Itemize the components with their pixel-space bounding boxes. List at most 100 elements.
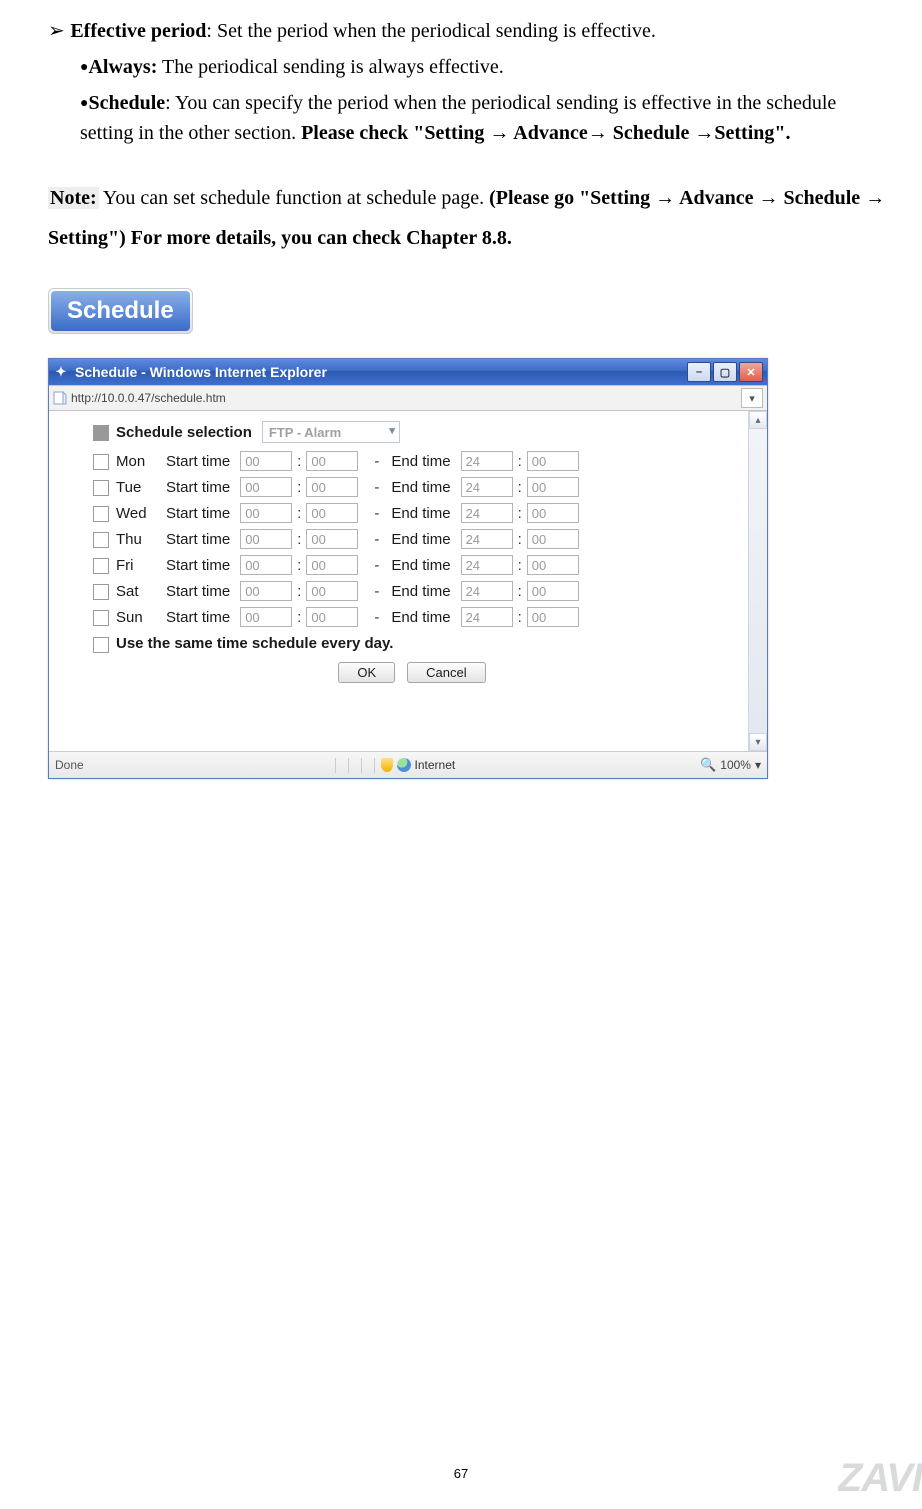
status-bar: Done Internet 🔍 100% ▾	[49, 751, 767, 778]
status-done: Done	[55, 758, 84, 772]
note-text: You can set schedule function at schedul…	[99, 187, 489, 209]
day-checkbox[interactable]	[93, 532, 109, 548]
schedule-select[interactable]: FTP - Alarm	[262, 421, 400, 443]
dash-icon: -	[374, 479, 379, 496]
colon-icon: :	[297, 453, 301, 470]
end-min-input[interactable]: 00	[527, 503, 579, 523]
globe-icon	[397, 758, 411, 772]
start-min-input[interactable]: 00	[306, 555, 358, 575]
schedule-tab-label: Schedule	[51, 291, 190, 331]
end-min-input[interactable]: 00	[527, 581, 579, 601]
start-hour-input[interactable]: 00	[240, 529, 292, 549]
colon-icon: :	[518, 557, 522, 574]
close-button[interactable]: ✕	[739, 362, 763, 382]
start-hour-input[interactable]: 00	[240, 477, 292, 497]
day-checkbox[interactable]	[93, 506, 109, 522]
security-zone[interactable]: Internet	[381, 758, 456, 772]
day-checkbox[interactable]	[93, 480, 109, 496]
start-min-input[interactable]: 00	[306, 503, 358, 523]
page-icon	[53, 391, 67, 405]
end-hour-input[interactable]: 24	[461, 503, 513, 523]
note-block: Note: You can set schedule function at s…	[48, 178, 894, 258]
start-hour-input[interactable]: 00	[240, 555, 292, 575]
zoom-dropdown-icon[interactable]: ▾	[755, 758, 761, 772]
day-checkbox[interactable]	[93, 610, 109, 626]
address-bar[interactable]: http://10.0.0.47/schedule.htm ▾	[49, 385, 767, 411]
zoom-control[interactable]: 🔍 100% ▾	[700, 757, 761, 773]
colon-icon: :	[518, 453, 522, 470]
start-hour-input[interactable]: 00	[240, 607, 292, 627]
end-hour-input[interactable]: 24	[461, 607, 513, 627]
same-schedule-checkbox[interactable]	[93, 637, 109, 653]
end-time-label: End time	[391, 557, 450, 574]
window-titlebar[interactable]: ✦ Schedule - Windows Internet Explorer –…	[49, 359, 767, 385]
start-time-label: Start time	[166, 609, 230, 626]
schedule-tab-button[interactable]: Schedule	[48, 288, 193, 334]
start-min-input[interactable]: 00	[306, 607, 358, 627]
shield-icon	[381, 758, 393, 772]
start-min-input[interactable]: 00	[306, 581, 358, 601]
window-content: Schedule selection FTP - Alarm MonStart …	[49, 411, 767, 751]
start-time-label: Start time	[166, 531, 230, 548]
day-label: Wed	[116, 505, 166, 522]
colon-icon: :	[518, 479, 522, 496]
colon-icon: :	[518, 505, 522, 522]
colon-icon: :	[297, 479, 301, 496]
end-min-input[interactable]: 00	[527, 477, 579, 497]
button-row: OK Cancel	[71, 662, 753, 683]
schedule-row: SunStart time00:00-End time24:00	[93, 607, 753, 627]
maximize-button[interactable]: ▢	[713, 362, 737, 382]
colon-icon: :	[297, 557, 301, 574]
minimize-button[interactable]: –	[687, 362, 711, 382]
day-checkbox[interactable]	[93, 558, 109, 574]
schedule-row: SatStart time00:00-End time24:00	[93, 581, 753, 601]
section-toggle-icon[interactable]	[93, 425, 109, 441]
start-hour-input[interactable]: 00	[240, 503, 292, 523]
start-time-label: Start time	[166, 505, 230, 522]
schedule-row: MonStart time00:00-End time24:00	[93, 451, 753, 471]
start-min-input[interactable]: 00	[306, 451, 358, 471]
dash-icon: -	[374, 531, 379, 548]
schedule-row: ThuStart time00:00-End time24:00	[93, 529, 753, 549]
colon-icon: :	[518, 609, 522, 626]
end-hour-input[interactable]: 24	[461, 477, 513, 497]
end-hour-input[interactable]: 24	[461, 529, 513, 549]
day-checkbox[interactable]	[93, 454, 109, 470]
scroll-down-icon[interactable]: ▾	[749, 733, 767, 751]
always-text: The periodical sending is always effecti…	[157, 56, 503, 78]
end-min-input[interactable]: 00	[527, 555, 579, 575]
cancel-button[interactable]: Cancel	[407, 662, 485, 683]
effective-period-line: Effective period: Set the period when th…	[48, 16, 894, 46]
vertical-scrollbar[interactable]: ▴ ▾	[748, 411, 767, 751]
end-time-label: End time	[391, 479, 450, 496]
schedule-line: Schedule: You can specify the period whe…	[80, 88, 894, 148]
ok-button[interactable]: OK	[338, 662, 395, 683]
schedule-label: Schedule	[88, 92, 165, 114]
start-hour-input[interactable]: 00	[240, 451, 292, 471]
ie-icon: ✦	[53, 364, 69, 380]
dash-icon: -	[374, 505, 379, 522]
end-hour-input[interactable]: 24	[461, 581, 513, 601]
end-hour-input[interactable]: 24	[461, 555, 513, 575]
scroll-up-icon[interactable]: ▴	[749, 411, 767, 429]
start-min-input[interactable]: 00	[306, 529, 358, 549]
url-dropdown-button[interactable]: ▾	[741, 388, 763, 408]
end-hour-input[interactable]: 24	[461, 451, 513, 471]
day-label: Mon	[116, 453, 166, 470]
dash-icon: -	[374, 453, 379, 470]
status-separator	[361, 758, 362, 773]
schedule-row: TueStart time00:00-End time24:00	[93, 477, 753, 497]
day-label: Sat	[116, 583, 166, 600]
end-min-input[interactable]: 00	[527, 607, 579, 627]
end-time-label: End time	[391, 583, 450, 600]
section-label: Schedule selection	[116, 424, 252, 441]
dash-icon: -	[374, 557, 379, 574]
start-hour-input[interactable]: 00	[240, 581, 292, 601]
day-checkbox[interactable]	[93, 584, 109, 600]
always-label: Always:	[88, 56, 157, 78]
end-min-input[interactable]: 00	[527, 529, 579, 549]
end-min-input[interactable]: 00	[527, 451, 579, 471]
start-time-label: Start time	[166, 557, 230, 574]
end-time-label: End time	[391, 505, 450, 522]
start-min-input[interactable]: 00	[306, 477, 358, 497]
